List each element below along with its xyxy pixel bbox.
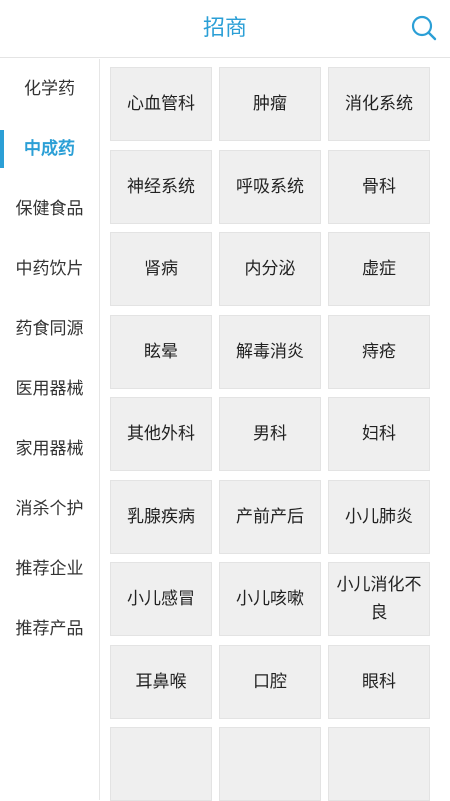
category-cell[interactable]: 肾病 [110, 232, 212, 306]
category-cell[interactable]: 妇科 [328, 397, 430, 471]
category-cell[interactable] [110, 727, 212, 801]
search-icon[interactable] [410, 14, 438, 42]
sidebar-item[interactable]: 保健食品 [0, 179, 99, 239]
category-cell[interactable]: 男科 [219, 397, 321, 471]
category-cell[interactable]: 小儿消化不良 [328, 562, 430, 636]
category-sidebar: 化学药 中成药 保健食品 中药饮片 药食同源 医用器械 家用器械 消杀个护 推荐企业 推荐产品 [0, 59, 100, 800]
category-cell[interactable]: 小儿感冒 [110, 562, 212, 636]
category-cell[interactable]: 产前产后 [219, 479, 321, 554]
category-cell[interactable]: 消化系统 [328, 67, 430, 141]
category-cell[interactable]: 眩晕 [110, 314, 212, 389]
category-cell[interactable]: 内分泌 [219, 232, 321, 306]
category-cell[interactable] [328, 727, 430, 801]
page-title: 招商 [202, 16, 247, 41]
sidebar-item[interactable]: 家用器械 [0, 419, 99, 479]
category-cell[interactable]: 虚症 [328, 232, 430, 306]
category-cell[interactable]: 其他外科 [110, 397, 212, 471]
sidebar-item[interactable]: 化学药 [0, 59, 99, 119]
sidebar-item[interactable]: 医用器械 [0, 359, 99, 419]
category-cell[interactable]: 骨科 [328, 149, 430, 224]
category-cell[interactable]: 小儿咳嗽 [219, 562, 321, 636]
category-cell[interactable]: 耳鼻喉 [110, 644, 212, 719]
sidebar-item[interactable]: 中成药 [0, 119, 99, 179]
category-cell[interactable] [219, 727, 321, 801]
sidebar-item[interactable]: 中药饮片 [0, 239, 99, 299]
category-cell[interactable]: 神经系统 [110, 149, 212, 224]
top-bar: 招商 [0, 0, 450, 58]
sidebar-item[interactable]: 推荐产品 [0, 599, 99, 659]
category-cell[interactable]: 解毒消炎 [219, 314, 321, 389]
sidebar-item[interactable]: 药食同源 [0, 299, 99, 359]
sidebar-item[interactable]: 推荐企业 [0, 539, 99, 599]
category-cell[interactable]: 眼科 [328, 644, 430, 719]
sidebar-item[interactable]: 消杀个护 [0, 479, 99, 539]
category-cell[interactable]: 痔疮 [328, 314, 430, 389]
category-cell[interactable]: 心血管科 [110, 67, 212, 141]
category-cell[interactable]: 呼吸系统 [219, 149, 321, 224]
category-cell[interactable]: 小儿肺炎 [328, 479, 430, 554]
category-cell[interactable]: 口腔 [219, 644, 321, 719]
category-cell[interactable]: 肿瘤 [219, 67, 321, 141]
category-cell[interactable]: 乳腺疾病 [110, 479, 212, 554]
